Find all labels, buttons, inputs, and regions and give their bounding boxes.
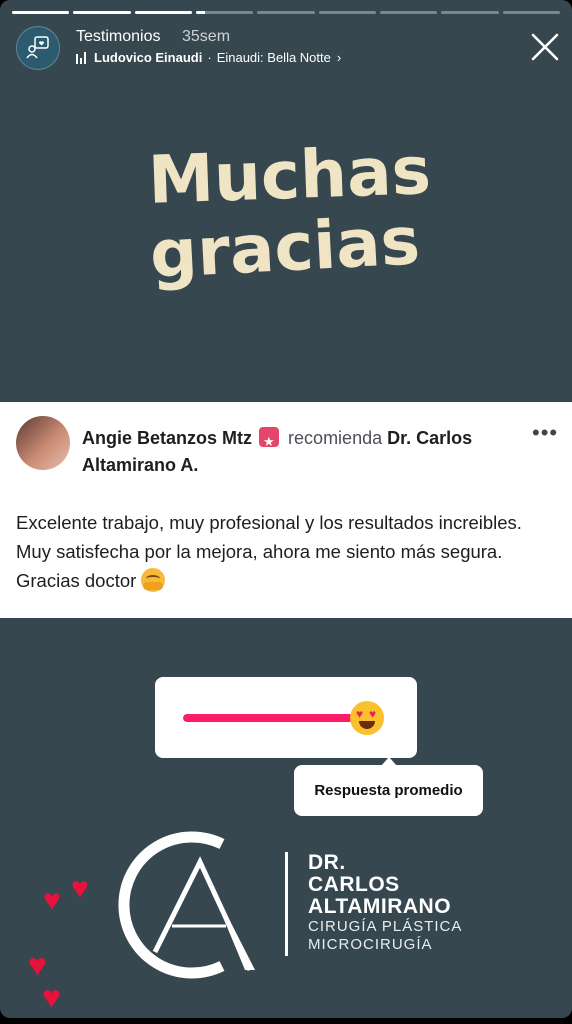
hugging-face-emoji-icon: [141, 568, 166, 592]
emoji-slider-sticker[interactable]: ♥ ♥: [155, 677, 417, 758]
logo-title: DR.: [308, 851, 346, 874]
logo-first-name: CARLOS: [308, 873, 400, 896]
logo-last-name: ALTAMIRANO: [308, 895, 452, 918]
recommendation-card: Angie Betanzos Mtz recomienda Dr. Carlos…: [0, 402, 572, 618]
reviewer-name[interactable]: Angie Betanzos Mtz: [82, 428, 252, 448]
close-icon[interactable]: [528, 30, 562, 64]
progress-segment: [257, 11, 315, 14]
account-name[interactable]: Testimonios: [76, 28, 160, 46]
progress-segment: [502, 11, 560, 14]
progress-segment: [134, 11, 192, 14]
story-progress-bar: [12, 11, 560, 14]
logo-wordmark: DR. CARLOS ALTAMIRANO CIRUGÍA PLÁSTICA M…: [308, 852, 462, 954]
gracias-line-2: gracias: [148, 202, 422, 293]
average-response-label: Respuesta promedio: [314, 782, 463, 799]
reviewer-avatar[interactable]: [16, 416, 70, 470]
heart-eyes-emoji-icon[interactable]: ♥ ♥: [350, 701, 384, 735]
heart-icon: ♥: [42, 979, 61, 1015]
music-artist: Ludovico Einaudi: [94, 50, 203, 65]
logo-specialty-1: CIRUGÍA PLÁSTICA: [308, 918, 463, 935]
progress-segment: [73, 11, 131, 14]
logo-divider: [285, 852, 288, 956]
heart-icon: ♥: [28, 947, 47, 983]
slider-fill: [183, 714, 367, 722]
testimonial-icon: [26, 36, 49, 59]
progress-segment: [441, 11, 499, 14]
logo-specialty-2: MICROCIRUGÍA: [308, 936, 433, 953]
recommendation-header: Angie Betanzos Mtz recomienda Dr. Carlos…: [82, 425, 530, 479]
progress-segment: [12, 11, 70, 14]
story-frame: Testimonios 35sem Ludovico Einaudi · Ein…: [0, 0, 572, 1018]
music-separator: ·: [207, 50, 212, 65]
chevron-right-icon: ›: [336, 50, 342, 65]
account-avatar[interactable]: [16, 26, 60, 70]
music-track: Einaudi: Bella Notte: [216, 50, 331, 65]
heart-icon: ♥: [43, 884, 61, 917]
recommendation-star-icon: [259, 427, 280, 455]
review-text-block: Excelente trabajo, muy profesional y los…: [16, 508, 551, 595]
post-age: 35sem: [182, 28, 231, 45]
more-options-button[interactable]: •••: [532, 420, 558, 446]
ca-monogram-logo: [118, 831, 255, 979]
progress-segment: [379, 11, 438, 14]
review-text: Excelente trabajo, muy profesional y los…: [16, 512, 522, 591]
progress-segment: [318, 11, 376, 14]
average-response-bubble: Respuesta promedio: [294, 765, 483, 816]
music-bars-icon: [76, 51, 86, 64]
heart-icon: ♥: [71, 872, 89, 905]
muchas-gracias-artwork: Muchas gracias: [147, 132, 432, 293]
progress-segment: [195, 11, 254, 14]
recommends-verb: recomienda: [288, 428, 383, 448]
music-attribution[interactable]: Ludovico Einaudi · Einaudi: Bella Notte …: [76, 50, 341, 65]
